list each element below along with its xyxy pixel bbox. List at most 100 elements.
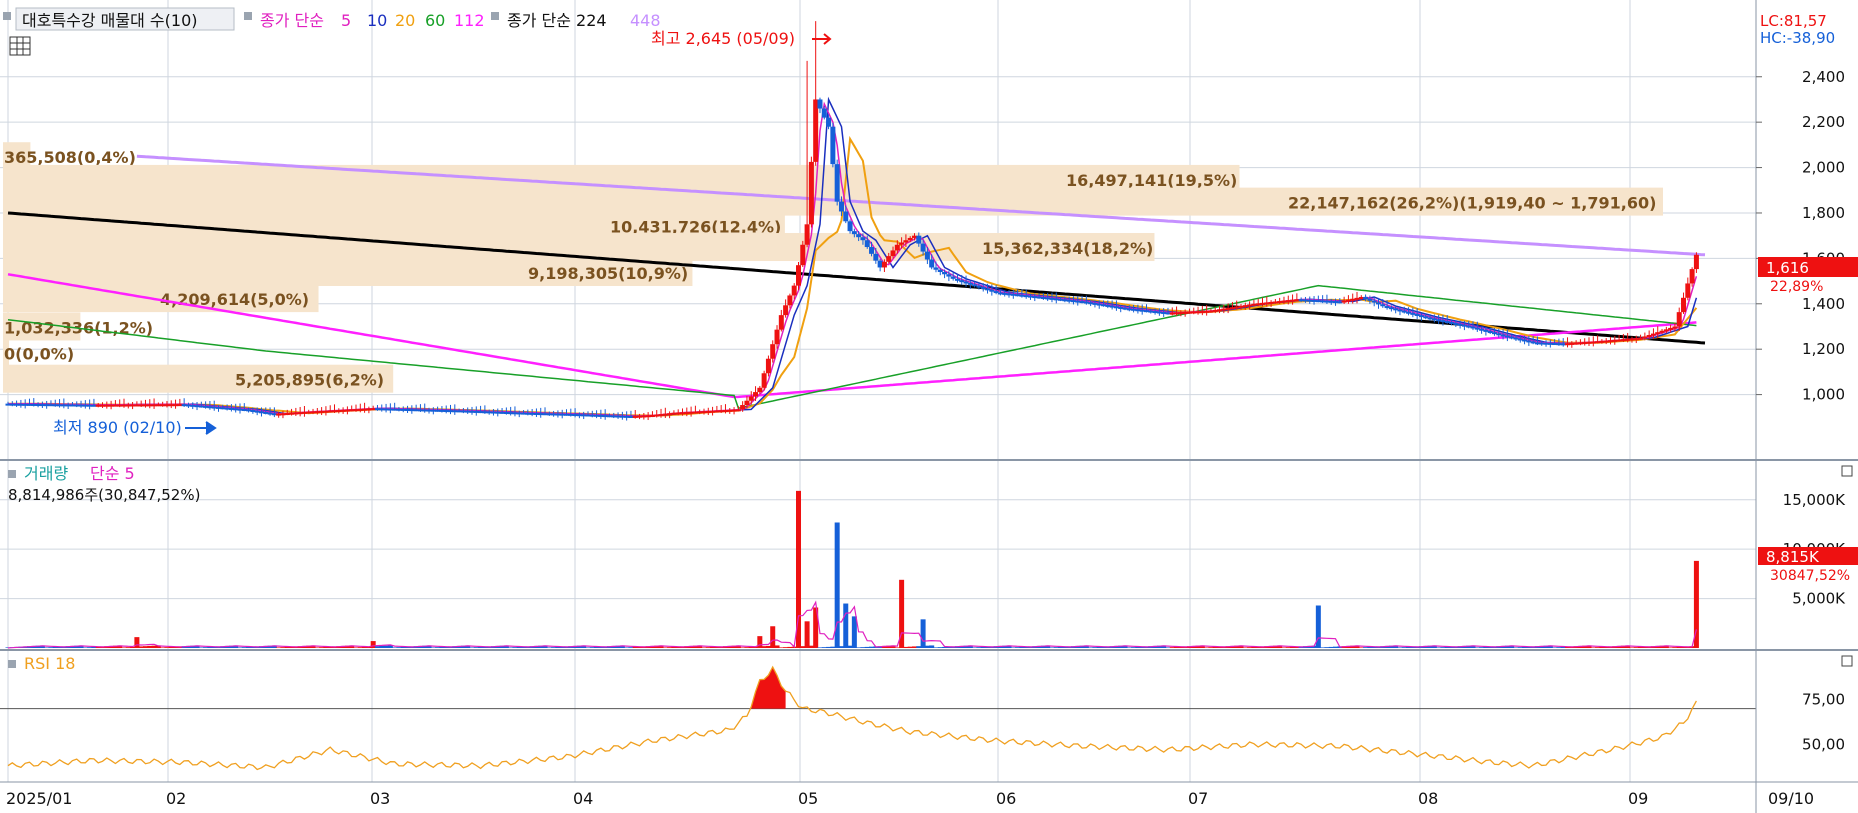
candle-body [1410,312,1416,315]
volume-bar [430,647,436,648]
candle-body [1268,301,1274,304]
volume-bar [804,621,810,648]
candle-body [1264,302,1270,305]
volume-bar [370,641,376,648]
candle-body [473,410,479,413]
candle-body [619,415,625,418]
volume-bar [1204,647,1210,648]
close-volume-icon[interactable] [1841,465,1853,477]
volume-bar [740,647,746,648]
volume-bar [1169,647,1175,648]
candle-body [804,224,810,245]
candle-body [284,413,290,416]
candle-body [1109,305,1115,308]
candle-body [1255,303,1261,306]
candle-body [1642,336,1648,339]
candle-body [572,414,578,417]
candle-body [774,329,780,345]
candle-body [164,404,170,407]
candle-body [847,221,853,232]
candle-body [1290,299,1296,302]
volume-bar [903,646,909,648]
candle-body [430,409,436,412]
volume-bar [1629,647,1635,648]
candle-body [1470,326,1476,329]
volume-bar [1440,647,1446,648]
volume-bar [847,645,853,648]
candle-body [39,404,45,407]
candle-body [606,415,612,418]
candle-body [1388,307,1394,310]
volume-bar [87,647,93,648]
volume-bar [1513,647,1519,648]
volume-bar [1397,647,1403,648]
candle-body [783,305,789,316]
volume-bar [1552,647,1558,648]
candle-body [869,247,875,254]
volume-bar [374,646,380,648]
legend-bullet[interactable] [8,660,16,668]
candle-body [899,242,905,245]
candle-body [529,412,535,415]
volume-bar [856,647,862,648]
volume-bar [1363,647,1369,648]
candle-body [400,408,406,411]
candle-body [1350,298,1356,301]
legend-bullet[interactable] [3,12,11,20]
candle-body [1143,310,1149,313]
candle-body [241,409,247,412]
candle-body [765,358,771,374]
candle-body [748,396,754,401]
volume-bar [280,647,286,648]
x-tick-label: 2025/01 [6,789,72,808]
candle-body [383,408,389,411]
volume-bar [546,647,552,648]
candle-body [319,410,325,413]
close-rsi-icon[interactable] [1841,655,1853,667]
candle-body [1500,334,1506,337]
candle-body [1633,338,1639,341]
legend-bullet[interactable] [8,470,16,478]
candle-body [237,408,243,411]
candle-body [1148,310,1154,313]
candle-body [873,253,879,261]
candle-body [52,404,58,407]
volume-bar [924,645,930,648]
volume-bar [396,647,402,648]
candle-body [1496,333,1502,336]
candle-body [1595,341,1601,344]
volume-bar [1281,647,1287,648]
candle-body [1058,298,1064,301]
candle-body [632,415,638,418]
candle-body [100,404,106,407]
candle-body [1049,297,1055,300]
candle-body [525,412,531,415]
candle-body [443,410,449,413]
candle-body [1174,312,1180,315]
candle-body [1431,318,1437,321]
candle-body [14,403,20,406]
candle-body [1668,327,1674,330]
volume-bar [933,647,939,648]
candle-body [946,274,952,277]
volume-bar [1328,646,1334,648]
profile-label: 5,205,895(6,2%) [235,371,384,390]
legend-bullet[interactable] [491,12,499,20]
candle-body [1397,309,1403,312]
candle-body [1272,301,1278,304]
volume-bar [241,647,247,648]
candle-body [87,404,93,407]
candle-body [851,231,857,235]
candle-body [1406,311,1412,314]
ma-label: 종가 단순 [260,11,324,30]
candle-body [516,412,522,415]
candle-body [95,404,101,407]
candle-body [688,411,694,414]
candle-body [503,412,509,414]
candle-body [701,411,707,414]
candle-body [203,405,209,408]
volume-bar [1285,647,1291,648]
table-icon[interactable] [9,36,31,56]
profile-label: 15,362,334(18,2%) [982,239,1153,258]
legend-bullet[interactable] [244,12,252,20]
